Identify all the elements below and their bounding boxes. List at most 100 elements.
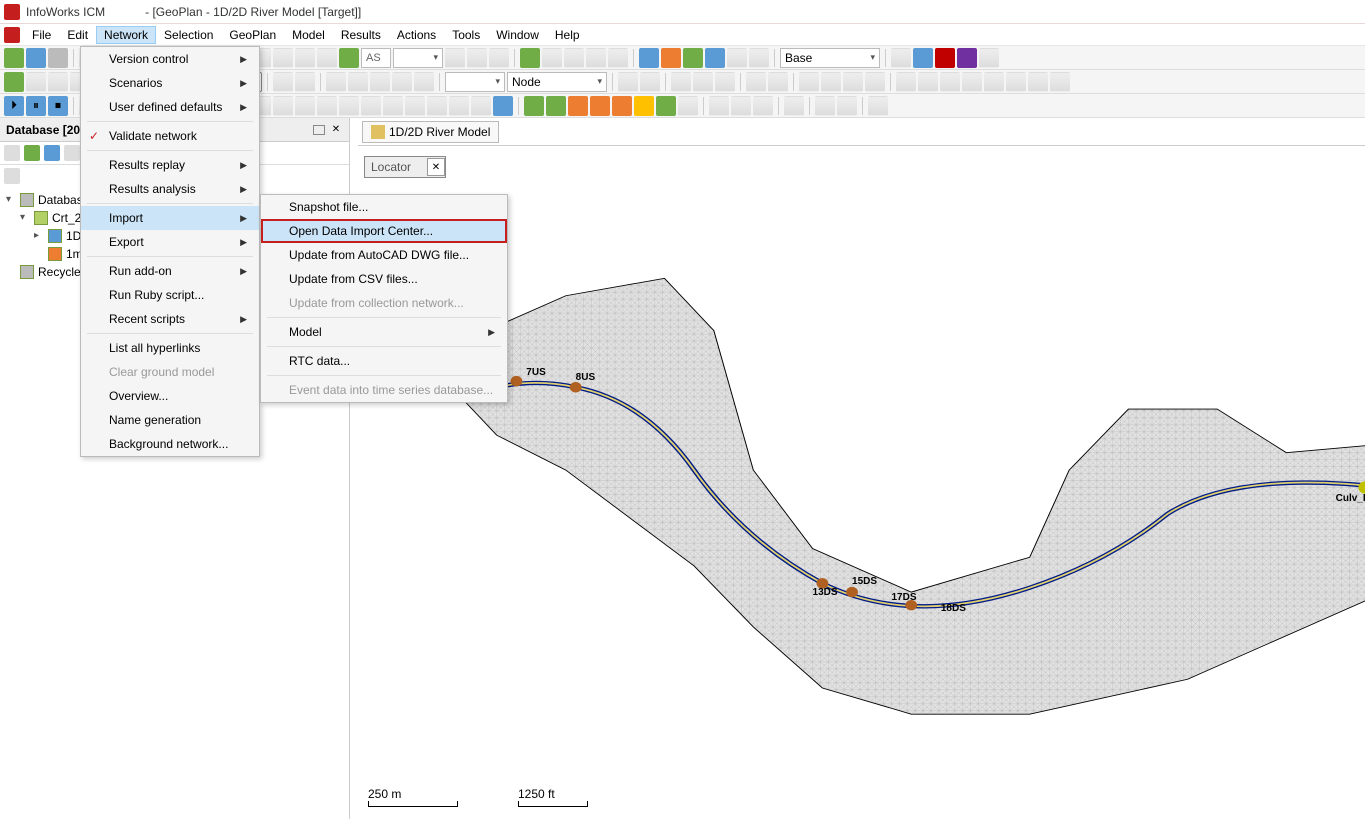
tb-icon[interactable] [524, 96, 544, 116]
menu-file[interactable]: File [24, 26, 59, 44]
tb-new-icon[interactable] [4, 48, 24, 68]
document-tab-rivermodel[interactable]: 1D/2D River Model [362, 121, 499, 143]
tb-icon[interactable] [546, 96, 566, 116]
panel-icon[interactable] [4, 168, 20, 184]
tb-icon[interactable] [608, 48, 628, 68]
tb-icon[interactable] [984, 72, 1004, 92]
tb-icon[interactable] [348, 72, 368, 92]
tb-icon[interactable] [392, 72, 412, 92]
panel-dock-icon[interactable] [313, 125, 325, 135]
tb-icon[interactable] [753, 96, 773, 116]
tb-icon[interactable] [843, 72, 863, 92]
tb-icon[interactable] [784, 96, 804, 116]
tb-icon[interactable] [467, 48, 487, 68]
tb-stop-icon[interactable]: ⏹ [48, 96, 68, 116]
tb-icon[interactable] [568, 96, 588, 116]
tb-icon[interactable] [273, 48, 293, 68]
tb-icon[interactable] [705, 48, 725, 68]
tb-icon[interactable] [821, 72, 841, 92]
tb-icon[interactable] [1050, 72, 1070, 92]
tb-icon[interactable] [727, 48, 747, 68]
tb-icon[interactable] [815, 96, 835, 116]
tb-icon[interactable] [634, 96, 654, 116]
panel-home-icon[interactable] [44, 145, 60, 161]
panel-back-icon[interactable] [4, 145, 20, 161]
tb-zoom-in-icon[interactable] [671, 72, 691, 92]
tb-icon[interactable] [661, 48, 681, 68]
menu-window[interactable]: Window [488, 26, 547, 44]
locator-close-icon[interactable]: ✕ [427, 158, 445, 176]
tb-icon[interactable] [962, 72, 982, 92]
tb-zoom-out-icon[interactable] [693, 72, 713, 92]
menu-results[interactable]: Results [333, 26, 389, 44]
tb-icon[interactable] [683, 48, 703, 68]
tb-icon[interactable] [339, 96, 359, 116]
tb-icon[interactable] [868, 96, 888, 116]
menu-item-name-generation[interactable]: Name generation [81, 408, 259, 432]
tb-icon[interactable] [913, 48, 933, 68]
menu-actions[interactable]: Actions [389, 26, 444, 44]
tb-icon[interactable] [731, 96, 751, 116]
menu-tools[interactable]: Tools [444, 26, 488, 44]
tb-icon[interactable] [891, 48, 911, 68]
tb-icon[interactable] [709, 96, 729, 116]
menu-network[interactable]: Network [96, 26, 156, 44]
map-canvas[interactable]: Locator ✕ [358, 146, 1365, 819]
tb-icon[interactable] [295, 48, 315, 68]
tb-icon[interactable] [865, 72, 885, 92]
tb-icon[interactable] [445, 48, 465, 68]
submenu-item-rtc-data[interactable]: RTC data... [261, 349, 507, 373]
menu-item-list-all-hyperlinks[interactable]: List all hyperlinks [81, 336, 259, 360]
tb-icon[interactable] [678, 96, 698, 116]
menu-item-user-defined-defaults[interactable]: User defined defaults▶ [81, 95, 259, 119]
tb-icon[interactable] [586, 48, 606, 68]
menu-item-overview[interactable]: Overview... [81, 384, 259, 408]
menu-item-import[interactable]: Import▶ [81, 206, 259, 230]
menu-item-version-control[interactable]: Version control▶ [81, 47, 259, 71]
tb-icon[interactable] [564, 48, 584, 68]
tb-icon[interactable] [489, 48, 509, 68]
tb-icon[interactable] [799, 72, 819, 92]
tb-icon[interactable] [768, 72, 788, 92]
tb-icon[interactable] [4, 72, 24, 92]
menu-geoplan[interactable]: GeoPlan [221, 26, 284, 44]
menu-item-recent-scripts[interactable]: Recent scripts▶ [81, 307, 259, 331]
menu-help[interactable]: Help [547, 26, 588, 44]
tb-combo-type[interactable] [445, 72, 505, 92]
menu-item-results-analysis[interactable]: Results analysis▶ [81, 177, 259, 201]
locator-panel[interactable]: Locator ✕ [364, 156, 446, 178]
tb-icon[interactable] [612, 96, 632, 116]
tb-icon[interactable] [639, 48, 659, 68]
tb-icon[interactable] [48, 72, 68, 92]
tb-icon[interactable] [427, 96, 447, 116]
submenu-item-open-data-import-center[interactable]: Open Data Import Center... [261, 219, 507, 243]
submenu-item-update-from-autocad-dwg-file[interactable]: Update from AutoCAD DWG file... [261, 243, 507, 267]
tb-icon[interactable] [493, 96, 513, 116]
menu-model[interactable]: Model [284, 26, 333, 44]
tb-icon[interactable] [317, 96, 337, 116]
tb-icon[interactable] [370, 72, 390, 92]
tb-icon[interactable] [940, 72, 960, 92]
tb-icon[interactable] [918, 72, 938, 92]
tb-icon[interactable] [361, 96, 381, 116]
tb-pause-icon[interactable]: ⏸ [26, 96, 46, 116]
tb-open-icon[interactable] [26, 48, 46, 68]
tb-icon[interactable] [383, 96, 403, 116]
tb-icon[interactable] [935, 48, 955, 68]
panel-refresh-icon[interactable] [24, 145, 40, 161]
menu-item-run-add-on[interactable]: Run add-on▶ [81, 259, 259, 283]
tb-save-icon[interactable] [48, 48, 68, 68]
tb-icon[interactable] [590, 96, 610, 116]
tb-icon[interactable] [1006, 72, 1026, 92]
submenu-item-update-from-csv-files[interactable]: Update from CSV files... [261, 267, 507, 291]
tb-play-icon[interactable]: ⏵ [4, 96, 24, 116]
tb-icon[interactable] [273, 72, 293, 92]
tb-icon[interactable] [273, 96, 293, 116]
menu-selection[interactable]: Selection [156, 26, 221, 44]
tb-icon[interactable] [1028, 72, 1048, 92]
tb-icon[interactable] [542, 48, 562, 68]
tb-icon[interactable] [746, 72, 766, 92]
tb-icon[interactable] [656, 96, 676, 116]
tb-icon[interactable] [295, 72, 315, 92]
tb-icon[interactable] [317, 48, 337, 68]
